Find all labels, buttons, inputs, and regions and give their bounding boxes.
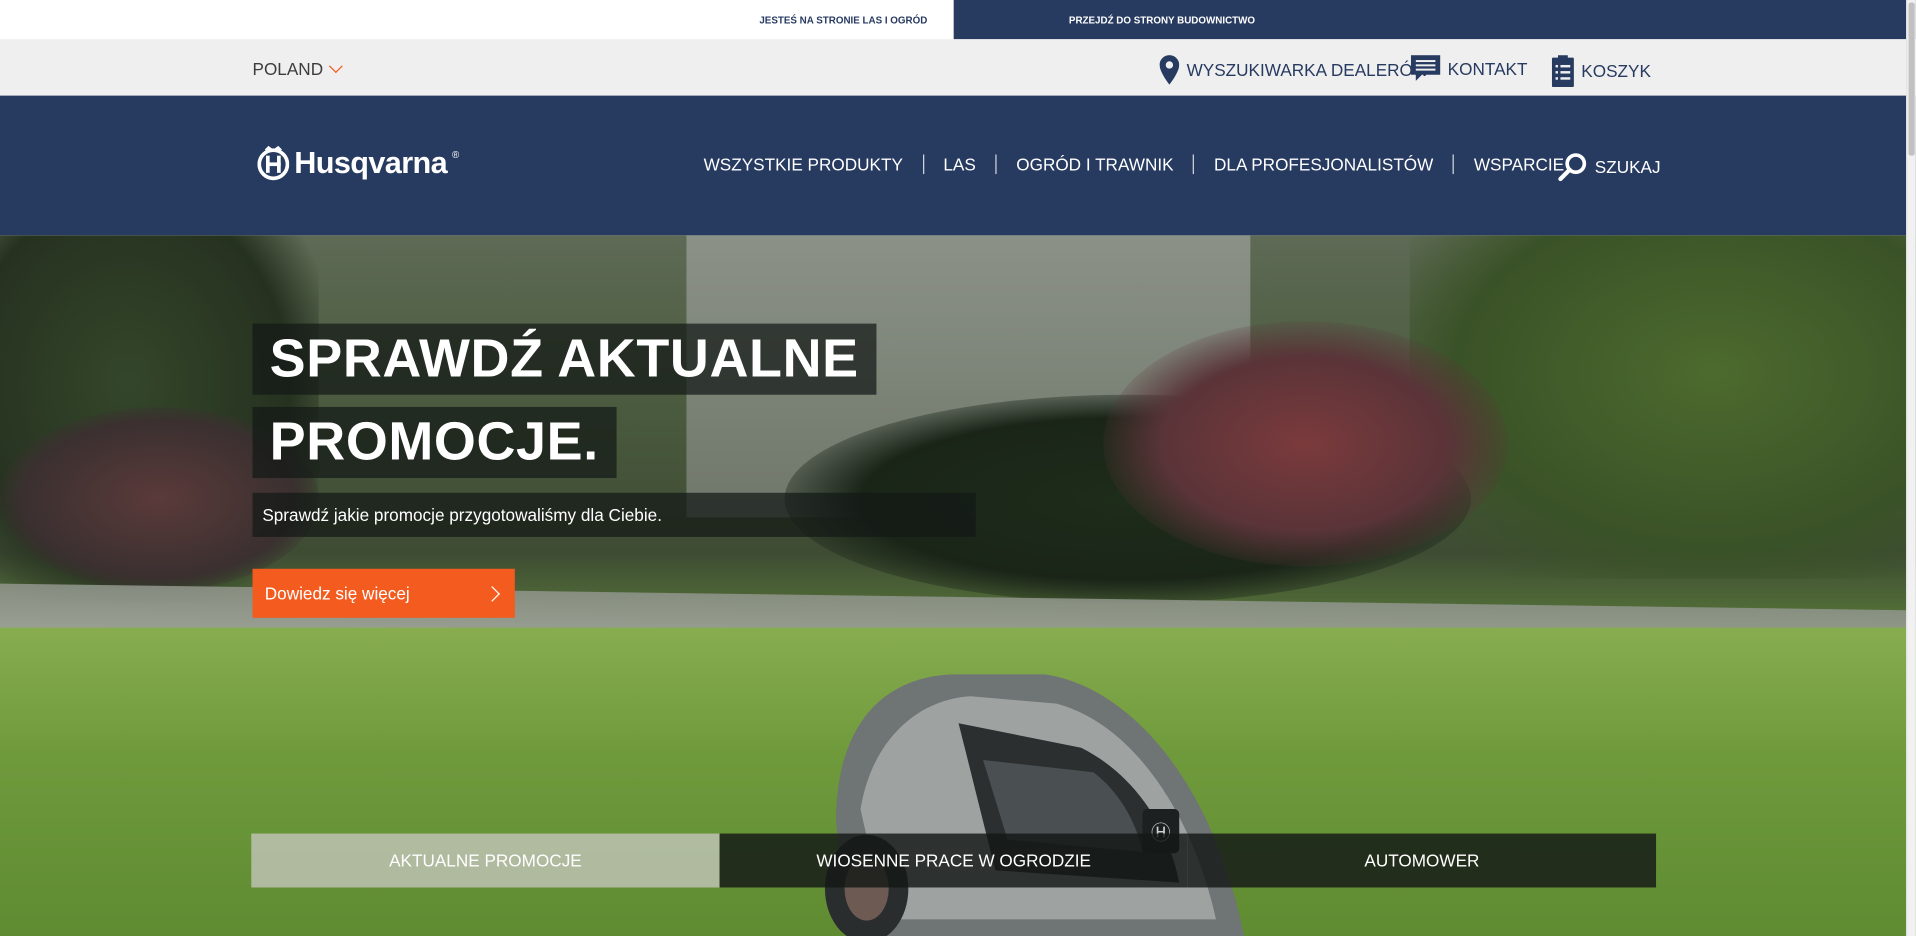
search-icon [1558,153,1587,182]
contact-link[interactable]: KONTAKT [1410,55,1528,82]
nav-item-all-products[interactable]: WSZYSTKIE PRODUKTY [684,154,923,174]
tab-automower[interactable]: AUTOMOWER [1187,833,1657,888]
nav-item-forest[interactable]: LAS [924,154,996,174]
main-header: Husqvarna ® WSZYSTKIE PRODUKTY LAS OGRÓD… [0,95,1916,236]
dealer-locator-label: WYSZUKIWARKA DEALERÓW [1186,60,1430,80]
clipboard-icon [1551,55,1574,88]
logo-registered-mark: ® [451,148,460,160]
switch-site-link[interactable]: PRZEJDŹ DO STRONY BUDOWNICTWO [953,0,1916,40]
learn-more-label: Dowiedz się więcej [264,583,410,604]
switch-site-label: PRZEJDŹ DO STRONY BUDOWNICTWO [1068,14,1256,26]
nav-item-professionals[interactable]: DLA PROFESJONALISTÓW [1194,154,1453,174]
cart-label: KOSZYK [1581,61,1651,81]
hero-banner: Ⓗ SPRAWDŹ AKTUALNE PROMOCJE. Sprawdź jak… [0,235,1916,936]
hero-title-line-1: SPRAWDŹ AKTUALNE [252,323,876,395]
husqvarna-logo[interactable]: Husqvarna ® [257,145,459,182]
cart-link[interactable]: KOSZYK [1551,55,1651,88]
nav-divider [922,154,924,175]
hero-tabs: AKTUALNE PROMOCJE WIOSENNE PRACE W OGROD… [251,833,1657,888]
robotic-mower-image: Ⓗ [824,674,1244,936]
chat-icon [1410,55,1441,81]
nav-divider [1452,154,1455,175]
main-nav: WSZYSTKIE PRODUKTY LAS OGRÓD I TRAWNIK D… [684,154,1584,175]
learn-more-button[interactable]: Dowiedz się więcej [252,568,515,618]
page: JESTEŚ NA STRONIE LAS I OGRÓD PRZEJDŹ DO… [0,0,1916,936]
current-site-label: JESTEŚ NA STRONIE LAS I OGRÓD [733,0,954,40]
chevron-down-icon [328,58,343,73]
background-bush [1103,321,1508,567]
husqvarna-crown-icon [257,145,290,181]
country-label: POLAND [252,58,324,79]
country-selector[interactable]: POLAND [252,58,343,79]
chevron-right-icon [484,585,500,602]
nav-divider [1193,154,1195,175]
map-pin-icon [1159,55,1180,85]
nav-divider [995,154,997,175]
nav-item-garden-lawn[interactable]: OGRÓD I TRAWNIK [997,154,1194,174]
dealer-locator-link[interactable]: WYSZUKIWARKA DEALERÓW [1159,55,1430,85]
contact-label: KONTAKT [1447,58,1528,79]
site-switch-bar: JESTEŚ NA STRONIE LAS I OGRÓD PRZEJDŹ DO… [0,0,1916,40]
tab-spring-garden-work[interactable]: WIOSENNE PRACE W OGRODZIE [719,833,1188,888]
utility-bar: POLAND WYSZUKIWARKA DEALERÓW KONTAKT KOS… [0,39,1916,96]
tab-current-promotions[interactable]: AKTUALNE PROMOCJE [251,833,720,888]
logo-text: Husqvarna [294,145,448,180]
hero-subtitle: Sprawdź jakie promocje przygotowaliśmy d… [252,492,976,537]
scrollbar-thumb[interactable] [1908,2,1915,156]
search-button[interactable]: SZUKAJ [1558,152,1661,182]
search-label: SZUKAJ [1594,156,1661,177]
hero-title-line-2: PROMOCJE. [252,406,617,479]
